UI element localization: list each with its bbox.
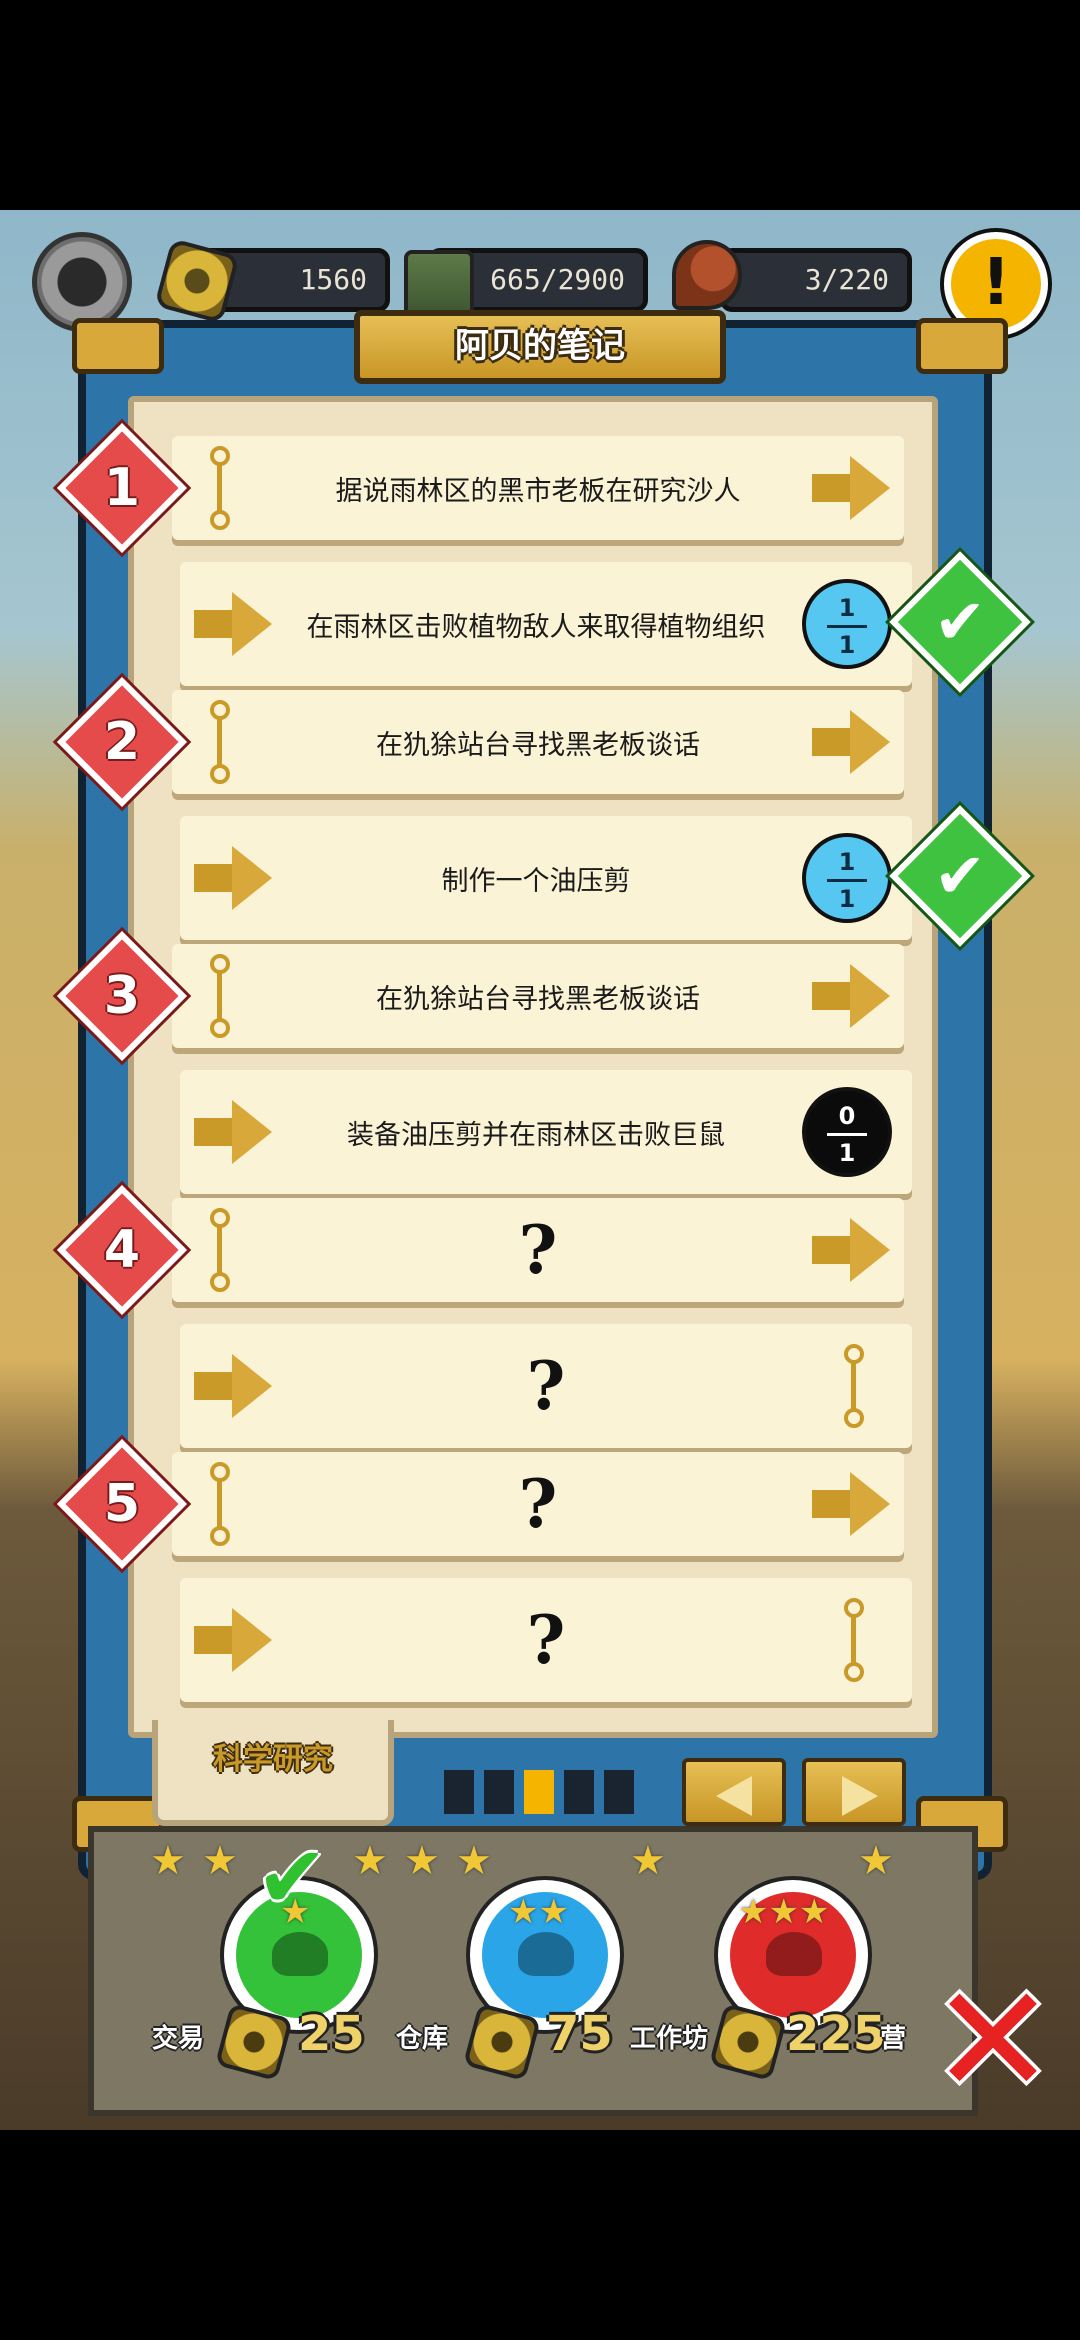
storage-count: 665/2900	[490, 263, 625, 296]
star-icon: ★	[456, 1838, 492, 1884]
frame-corner	[916, 318, 1008, 374]
building-label: 交易	[152, 2024, 205, 2054]
locked-chapter-title: ?	[518, 1211, 558, 1289]
previous-page-button[interactable]	[682, 1758, 786, 1826]
difficulty-cost: 25	[298, 2006, 365, 2062]
arrow-right-icon	[812, 1218, 890, 1282]
chapter-4-row[interactable]: ?	[172, 1198, 904, 1302]
checkmark-icon: ✔	[934, 585, 986, 658]
building-label: 仓库	[396, 2024, 449, 2054]
building-label: 营	[880, 2024, 907, 2054]
arrow-right-icon	[842, 1776, 878, 1816]
page-dot-current[interactable]	[524, 1770, 554, 1814]
star-icon: ★	[202, 1838, 238, 1884]
coin-count: 1560	[299, 263, 367, 296]
chapter-number: 2	[103, 712, 141, 772]
chapter-2-title: 在犰狳站台寻找黑老板谈话	[376, 729, 700, 761]
chapter-2-task[interactable]: 制作一个油压剪 11	[180, 816, 912, 940]
chapter-5-row[interactable]: ?	[172, 1452, 904, 1556]
locked-chapter-title: ?	[518, 1465, 558, 1543]
difficulty-cost: 225	[786, 2006, 887, 2062]
meat-icon	[672, 240, 742, 310]
chapter-3-row[interactable]: 在犰狳站台寻找黑老板谈话	[172, 944, 904, 1048]
star-icon: ★	[630, 1838, 666, 1884]
task-progress: 11	[802, 833, 892, 923]
task-progress: 11	[802, 579, 892, 669]
notebook-title: 阿贝的笔记	[354, 310, 726, 384]
arrow-right-icon	[812, 456, 890, 520]
two-star-rating: ★★	[508, 1892, 569, 1932]
food-counter: 3/220	[720, 248, 912, 312]
chapter-number: 5	[103, 1474, 141, 1534]
checkmark-icon: ✔	[934, 839, 986, 912]
tab-science-research[interactable]: 科学研究	[152, 1720, 394, 1826]
link-icon	[844, 1598, 864, 1682]
chapter-5-task[interactable]: ?	[180, 1578, 912, 1702]
arrow-right-icon	[812, 710, 890, 774]
game-screen: 1560 665/2900 3/220 ! 阿贝的笔记 据说雨林区的黑市老板在研…	[0, 210, 1080, 2130]
chapter-number: 1	[103, 458, 141, 518]
locked-task-text: ?	[526, 1601, 566, 1679]
chapter-2-row[interactable]: 在犰狳站台寻找黑老板谈话	[172, 690, 904, 794]
chapter-3-title: 在犰狳站台寻找黑老板谈话	[376, 983, 700, 1015]
star-icon: ★	[404, 1838, 440, 1884]
chapter-1-title: 据说雨林区的黑市老板在研究沙人	[335, 475, 741, 507]
arrow-right-icon	[812, 1472, 890, 1536]
chapter-4-task[interactable]: ?	[180, 1324, 912, 1448]
locked-task-text: ?	[526, 1347, 566, 1425]
chapter-1-task[interactable]: 在雨林区击败植物敌人来取得植物组织 11	[180, 562, 912, 686]
settings-gear-icon[interactable]	[32, 232, 132, 332]
close-button[interactable]: ✕	[928, 1966, 1058, 2116]
building-label: 工作坊	[630, 2024, 709, 2054]
chapter-number: 4	[103, 1220, 141, 1280]
tab-label: 科学研究	[213, 1742, 333, 1777]
food-count: 3/220	[804, 263, 889, 296]
page-dot[interactable]	[484, 1770, 514, 1814]
chapter-number: 3	[103, 966, 141, 1026]
task-progress: 01	[802, 1087, 892, 1177]
checkmark-icon: ✔	[256, 1828, 329, 1928]
difficulty-cost: 75	[546, 2006, 613, 2062]
chapter-3-task[interactable]: 装备油压剪并在雨林区击败巨鼠 01	[180, 1070, 912, 1194]
star-icon: ★	[352, 1838, 388, 1884]
page-dot[interactable]	[604, 1770, 634, 1814]
page-dot[interactable]	[564, 1770, 594, 1814]
three-star-rating: ★★★	[738, 1892, 830, 1932]
star-icon: ★	[858, 1838, 894, 1884]
chapter-1-row[interactable]: 据说雨林区的黑市老板在研究沙人	[172, 436, 904, 540]
frame-corner	[72, 318, 164, 374]
next-page-button[interactable]	[802, 1758, 906, 1826]
arrow-left-icon	[716, 1776, 752, 1816]
exclamation-icon: !	[981, 246, 1011, 320]
star-icon: ★	[150, 1838, 186, 1884]
page-dot[interactable]	[444, 1770, 474, 1814]
arrow-right-icon	[812, 964, 890, 1028]
link-icon	[844, 1344, 864, 1428]
